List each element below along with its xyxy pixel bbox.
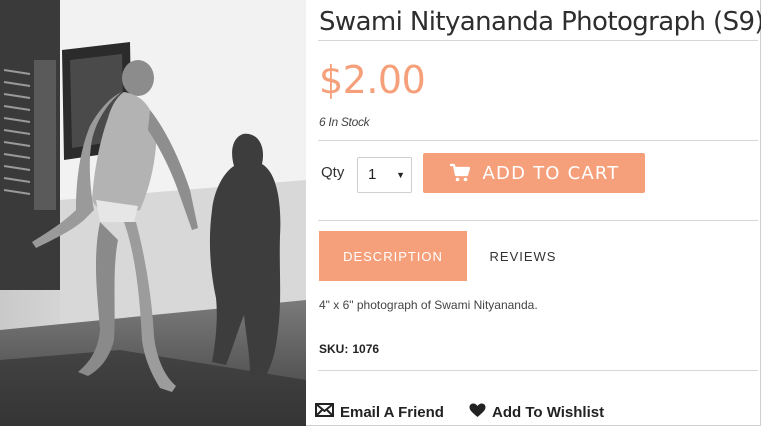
divider [318, 220, 758, 221]
description-text: 4" x 6" photograph of Swami Nityananda. [319, 298, 538, 312]
product-title: Swami Nityananda Photograph (S9) [319, 7, 761, 37]
envelope-icon [315, 403, 334, 421]
add-to-wishlist-link[interactable]: Add To Wishlist [469, 403, 604, 422]
add-to-cart-button[interactable]: ADD TO CART [423, 153, 645, 193]
product-photo[interactable] [0, 0, 306, 426]
divider [318, 40, 758, 41]
add-to-wishlist-label: Add To Wishlist [492, 404, 605, 421]
quantity-select[interactable]: 1 ▼ [357, 157, 412, 193]
product-details: Swami Nityananda Photograph (S9) $2.00 6… [315, 0, 761, 426]
stock-status: 6 In Stock [319, 115, 370, 129]
email-friend-label: Email A Friend [340, 403, 444, 421]
sku: SKU: 1076 [319, 342, 379, 356]
add-to-cart-label: ADD TO CART [482, 162, 620, 184]
quantity-value: 1 [368, 166, 377, 183]
tab-description[interactable]: DESCRIPTION [319, 231, 467, 281]
sku-label: SKU: [319, 342, 349, 356]
tab-reviews[interactable]: REVIEWS [473, 231, 573, 281]
email-friend-link[interactable]: Email A Friend [315, 403, 444, 421]
heart-icon [469, 403, 486, 422]
product-price: $2.00 [319, 58, 426, 102]
sku-value: 1076 [352, 342, 380, 356]
cart-icon [449, 163, 471, 183]
chevron-down-icon: ▼ [396, 170, 405, 180]
divider [318, 370, 758, 371]
qty-label: Qty [321, 164, 345, 181]
divider [318, 140, 758, 141]
